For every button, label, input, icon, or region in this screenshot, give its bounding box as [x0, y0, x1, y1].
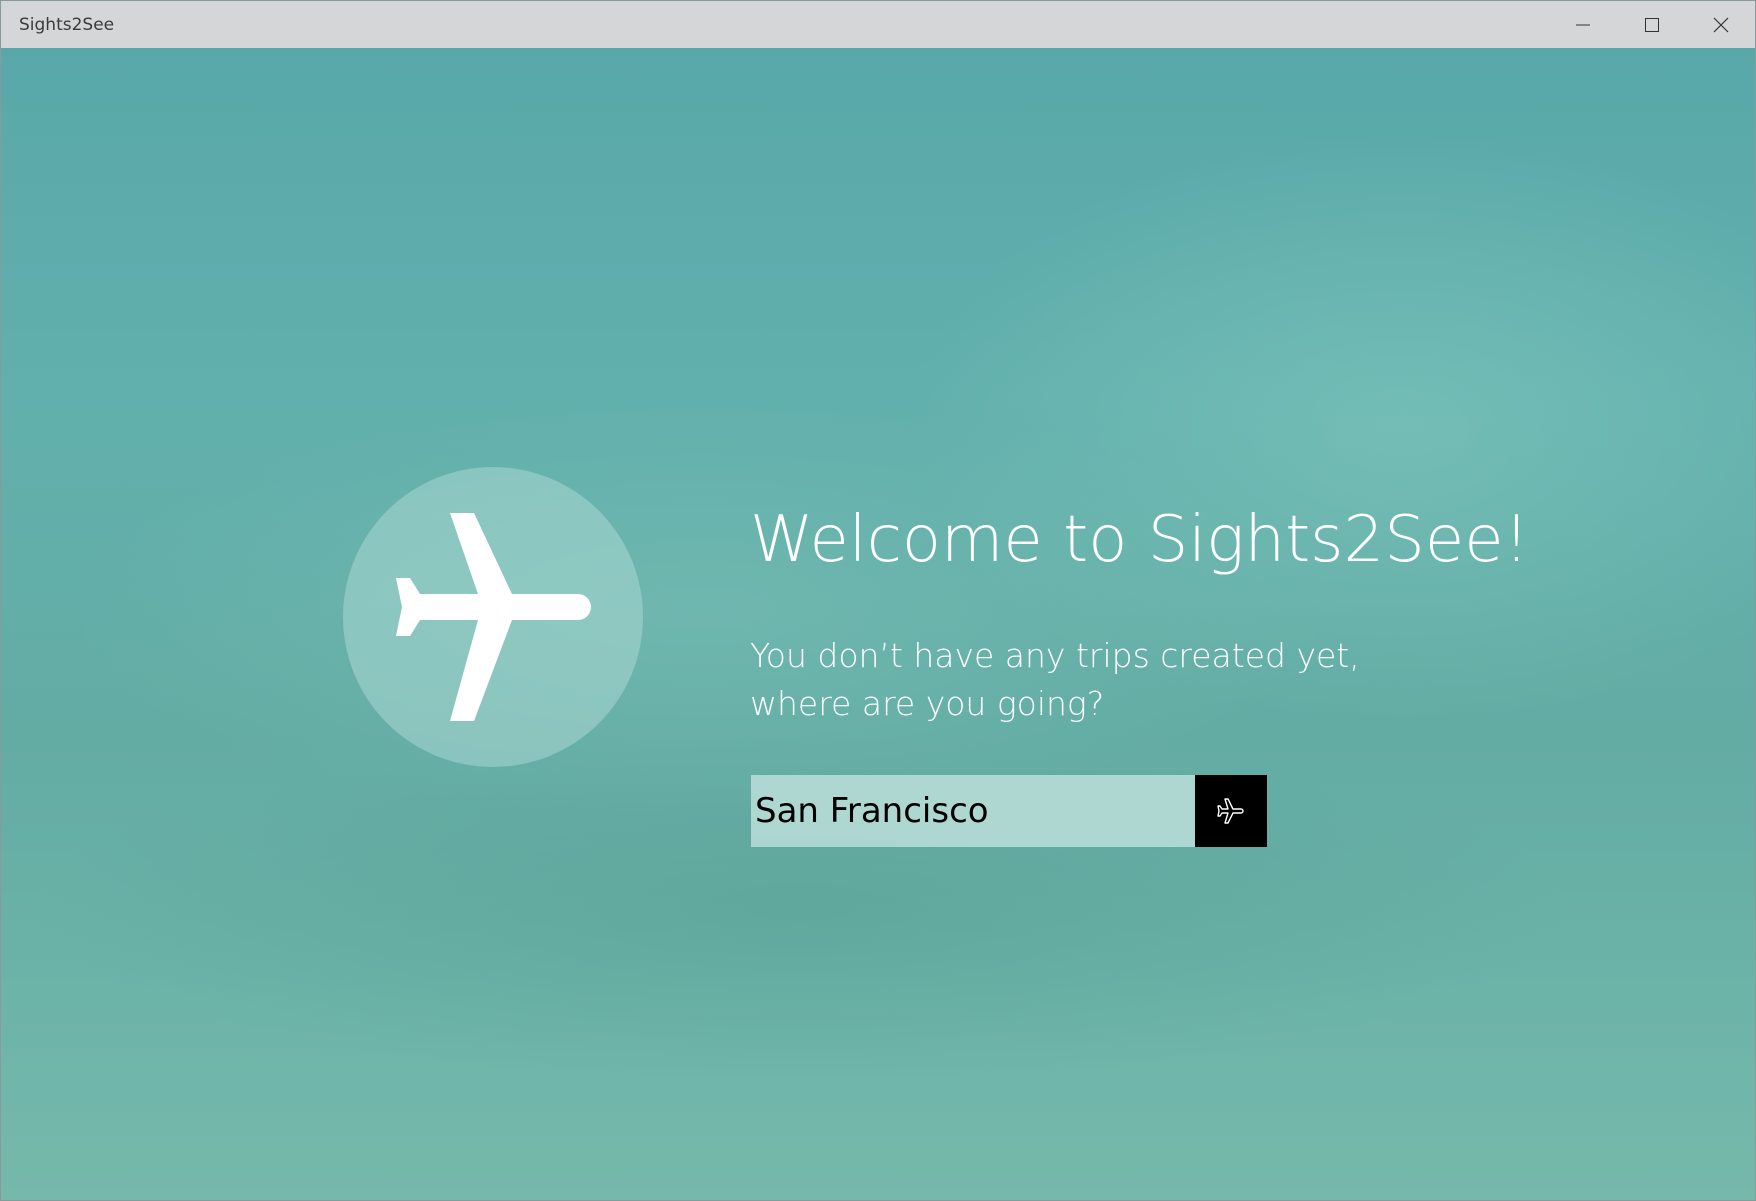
title-bar[interactable]: Sights2See	[1, 1, 1755, 48]
minimize-icon	[1575, 24, 1590, 25]
destination-input[interactable]	[751, 775, 1195, 847]
caption-buttons	[1548, 1, 1755, 48]
welcome-title: Welcome to Sights2See!	[750, 503, 1530, 577]
app-window: Sights2See Welcome to Sights2See! You do…	[0, 0, 1756, 1201]
start-trip-button[interactable]	[1195, 775, 1267, 847]
hero-airplane-badge	[343, 467, 643, 767]
close-icon	[1713, 17, 1728, 32]
subtitle-line-1: You don’t have any trips created yet,	[750, 636, 1360, 675]
subtitle-line-2: where are you going?	[750, 684, 1105, 723]
minimize-button[interactable]	[1548, 1, 1617, 48]
airplane-icon	[396, 513, 591, 721]
airplane-icon	[1217, 798, 1244, 824]
maximize-icon	[1644, 17, 1659, 32]
app-title: Sights2See	[19, 14, 115, 35]
maximize-button[interactable]	[1617, 1, 1686, 48]
close-button[interactable]	[1686, 1, 1755, 48]
welcome-screen: Welcome to Sights2See! You don’t have an…	[1, 48, 1755, 1200]
welcome-subtitle: You don’t have any trips created yet, wh…	[750, 632, 1370, 728]
